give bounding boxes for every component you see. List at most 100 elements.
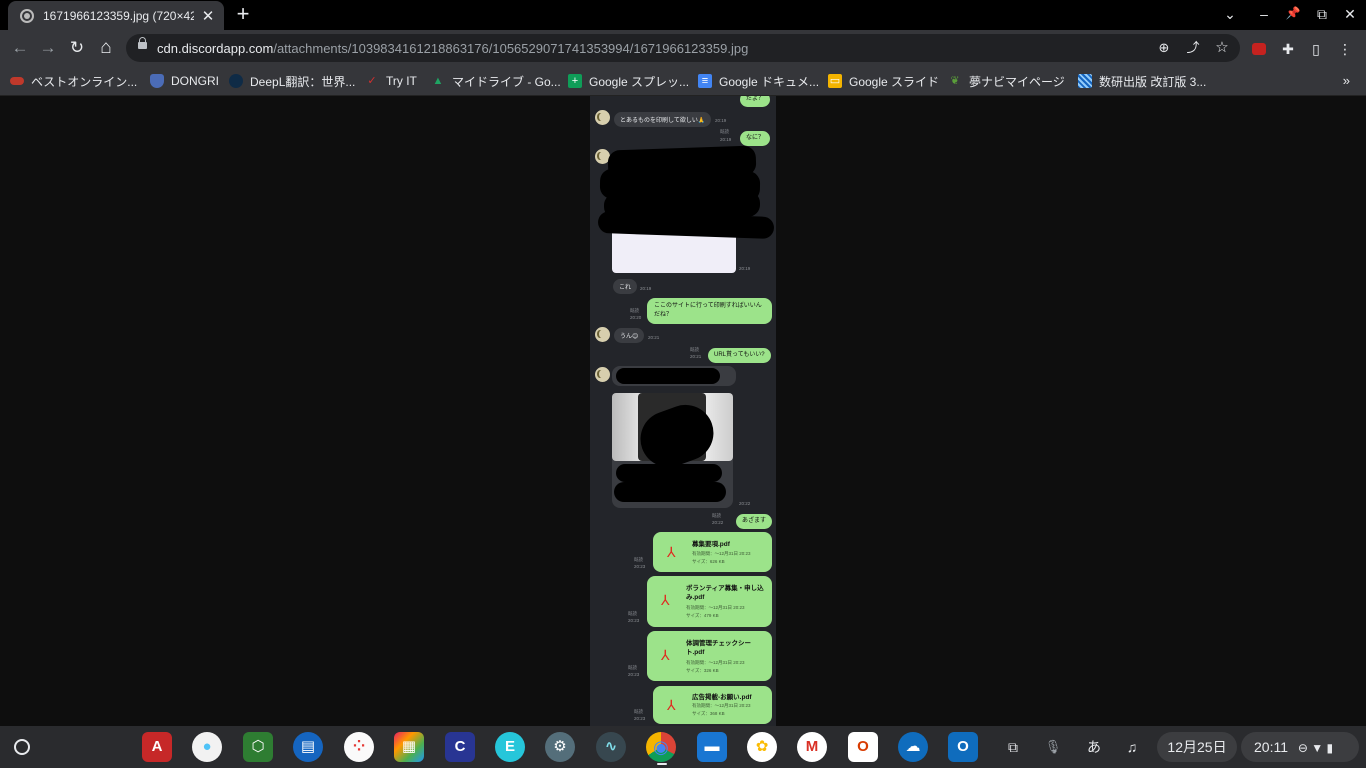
address-bar[interactable]: cdn.discordapp.com/attachments/103983416… — [126, 34, 1240, 62]
files-icon[interactable]: ▬ — [697, 732, 727, 762]
pin-window-button[interactable]: 📌 — [1284, 6, 1302, 20]
contact-avatar — [595, 367, 610, 382]
deepl-icon — [229, 74, 243, 88]
home-button[interactable]: ⌂ — [96, 38, 116, 58]
tote-icon[interactable]: ⧉ — [998, 732, 1028, 762]
message-time: 20:19 — [739, 266, 751, 271]
lock-icon[interactable] — [138, 37, 147, 49]
pdf-file-card[interactable]: ⅄ 体調管理チェックシート.pdf 有効期間：〜12月31日 20:23 サイズ… — [647, 631, 772, 681]
red-car-icon — [10, 77, 24, 85]
chrome-menu-icon[interactable]: ⋮ — [1336, 40, 1354, 58]
extension-badge-icon[interactable] — [1252, 43, 1266, 55]
read-receipt: 既読 — [628, 611, 637, 616]
bookmark-google-sheets[interactable]: + Google スプレッ... — [568, 72, 689, 90]
new-tab-button[interactable]: + — [232, 3, 254, 26]
gmail-icon[interactable]: M — [797, 732, 827, 762]
file-expiry: 有効期間：〜12月31日 20:23 — [686, 605, 745, 610]
reload-button[interactable]: ↻ — [67, 38, 87, 58]
zoom-icon[interactable]: ⊕ — [1156, 40, 1172, 56]
launcher-icon[interactable] — [9, 734, 35, 760]
bookmark-label: Google スライド — [849, 74, 940, 89]
close-window-button[interactable]: ✕ — [1341, 6, 1359, 23]
chat-bubble-sent: だよ？ — [740, 96, 771, 107]
drive-icon: ▲ — [432, 75, 444, 87]
bookmark-suken[interactable]: 数研出版 改訂版 3... — [1078, 72, 1206, 90]
tab-close-icon[interactable]: ✕ — [200, 7, 216, 25]
bookmark-dongri[interactable]: DONGRI — [150, 72, 219, 90]
bubble-icon[interactable]: ● — [192, 732, 222, 762]
chat-bubble-sent: なに？ — [740, 131, 771, 146]
outlook-icon[interactable]: O — [948, 732, 978, 762]
bookmarks-bar: ベストオンライン... DONGRI DeepL翻訳：世界... ✓ Try IT… — [0, 66, 1366, 96]
url-host: cdn.discordapp.com — [157, 41, 274, 56]
bookmark-google-slides[interactable]: ▭ Google スライド — [828, 72, 939, 90]
pdf-file-card[interactable]: ⅄ ボランティア募集・申し込み.pdf 有効期間：〜12月31日 20:23 サ… — [647, 576, 772, 627]
file-name: 体調管理チェックシート.pdf — [686, 640, 751, 656]
file-name: 広告掲載-お願い.pdf — [692, 694, 752, 701]
ime-indicator[interactable]: あ — [1080, 732, 1108, 762]
trend-app-icon[interactable]: ∿ — [596, 732, 626, 762]
gallery-app-icon[interactable]: ▦ — [394, 732, 424, 762]
newspaper-app-icon[interactable]: ▤ — [293, 732, 323, 762]
status-tray[interactable]: 20:11 ⊖ ▼ ▮ — [1241, 732, 1359, 762]
bookmarks-overflow-icon[interactable]: » — [1343, 73, 1350, 88]
date-tray[interactable]: 12月25日 — [1157, 732, 1237, 762]
file-expiry: 有効期間：〜12月31日 20:23 — [692, 703, 751, 708]
chat-bubble-received: これ — [613, 279, 638, 294]
read-receipt: 既読 — [634, 709, 643, 714]
bookmark-label: Google ドキュメ... — [719, 74, 820, 89]
restore-button[interactable]: ⧉ — [1313, 6, 1331, 23]
chat-bubble-sent: あざます — [736, 514, 773, 529]
microphone-icon[interactable]: 🎙 — [1040, 732, 1066, 762]
bookmark-deepl[interactable]: DeepL翻訳：世界... — [229, 72, 355, 90]
read-receipt: 既読 — [630, 308, 639, 313]
chat-screenshot-image[interactable]: だよ？ とあるものを印刷して欲しい🙏 20:19 既読 20:19 なに？ 20… — [590, 96, 776, 726]
bookmark-best-online[interactable]: ベストオンライン... — [10, 72, 137, 90]
file-size: サイズ：626 KB — [692, 559, 725, 564]
bookmark-label: Try IT — [386, 74, 417, 88]
acrobat-icon[interactable]: A — [142, 732, 172, 762]
share-icon[interactable]: ⤴ — [1185, 40, 1201, 56]
bookmark-label: 数研出版 改訂版 3... — [1099, 74, 1207, 89]
contact-avatar — [595, 327, 610, 342]
file-name: ボランティア募集・申し込み.pdf — [686, 585, 764, 601]
pdf-file-card[interactable]: ⅄ 広告掲載-お願い.pdf 有効期間：〜12月31日 20:23 サイズ：36… — [653, 686, 772, 724]
back-button[interactable]: ← — [10, 38, 30, 58]
clip-app-icon[interactable]: C — [445, 732, 475, 762]
media-controls-icon[interactable]: ♫ — [1118, 732, 1146, 762]
office-icon[interactable]: O — [848, 732, 878, 762]
read-receipt: 既読 — [628, 665, 637, 670]
redaction-mark — [616, 368, 720, 384]
settings-icon[interactable]: ⚙ — [545, 732, 575, 762]
pdf-icon: ⅄ — [661, 592, 670, 608]
chrome-icon[interactable]: ◉ — [646, 732, 676, 762]
message-time: 20:19 — [640, 286, 652, 291]
message-time: 20:19 — [720, 137, 732, 142]
bookmark-star-icon[interactable]: ☆ — [1214, 40, 1230, 56]
sheets-icon: + — [568, 74, 582, 88]
forward-button[interactable]: → — [38, 38, 58, 58]
message-time: 20:23 — [634, 716, 646, 721]
file-size: サイズ：326 KB — [686, 668, 719, 673]
tab-image[interactable]: 1671966123359.jpg (720×4233) ✕ — [8, 1, 224, 30]
edu-app-icon[interactable]: E — [495, 732, 525, 762]
dots-app-icon[interactable]: ⁘ — [344, 732, 374, 762]
url-text[interactable]: cdn.discordapp.com/attachments/103983416… — [157, 41, 748, 56]
message-time: 20:21 — [648, 335, 660, 340]
tab-title: 1671966123359.jpg (720×4233) — [43, 8, 194, 23]
bookmark-my-drive[interactable]: ▲ マイドライブ - Go... — [431, 72, 561, 90]
tab-search-icon[interactable]: ⌄ — [1221, 6, 1239, 23]
bookmark-google-docs[interactable]: ≡ Google ドキュメ... — [698, 72, 819, 90]
onedrive-icon[interactable]: ☁ — [898, 732, 928, 762]
file-size: サイズ：368 KB — [692, 711, 725, 716]
docs-icon: ≡ — [698, 74, 712, 88]
pdf-file-card[interactable]: ⅄ 募集要項.pdf 有効期間：〜12月31日 20:23 サイズ：626 KB — [653, 532, 772, 572]
bookmark-tryit[interactable]: ✓ Try IT — [365, 72, 417, 90]
bookmark-yumenavi[interactable]: ❦ 夢ナビマイページ — [948, 72, 1064, 90]
photos-icon[interactable]: ✿ — [747, 732, 777, 762]
check-icon: ✓ — [367, 75, 377, 87]
cube-app-icon[interactable]: ⬡ — [243, 732, 273, 762]
side-panel-icon[interactable]: ▯ — [1307, 40, 1325, 58]
minimize-button[interactable]: – — [1255, 6, 1273, 22]
extensions-puzzle-icon[interactable]: ✚ — [1279, 40, 1297, 58]
